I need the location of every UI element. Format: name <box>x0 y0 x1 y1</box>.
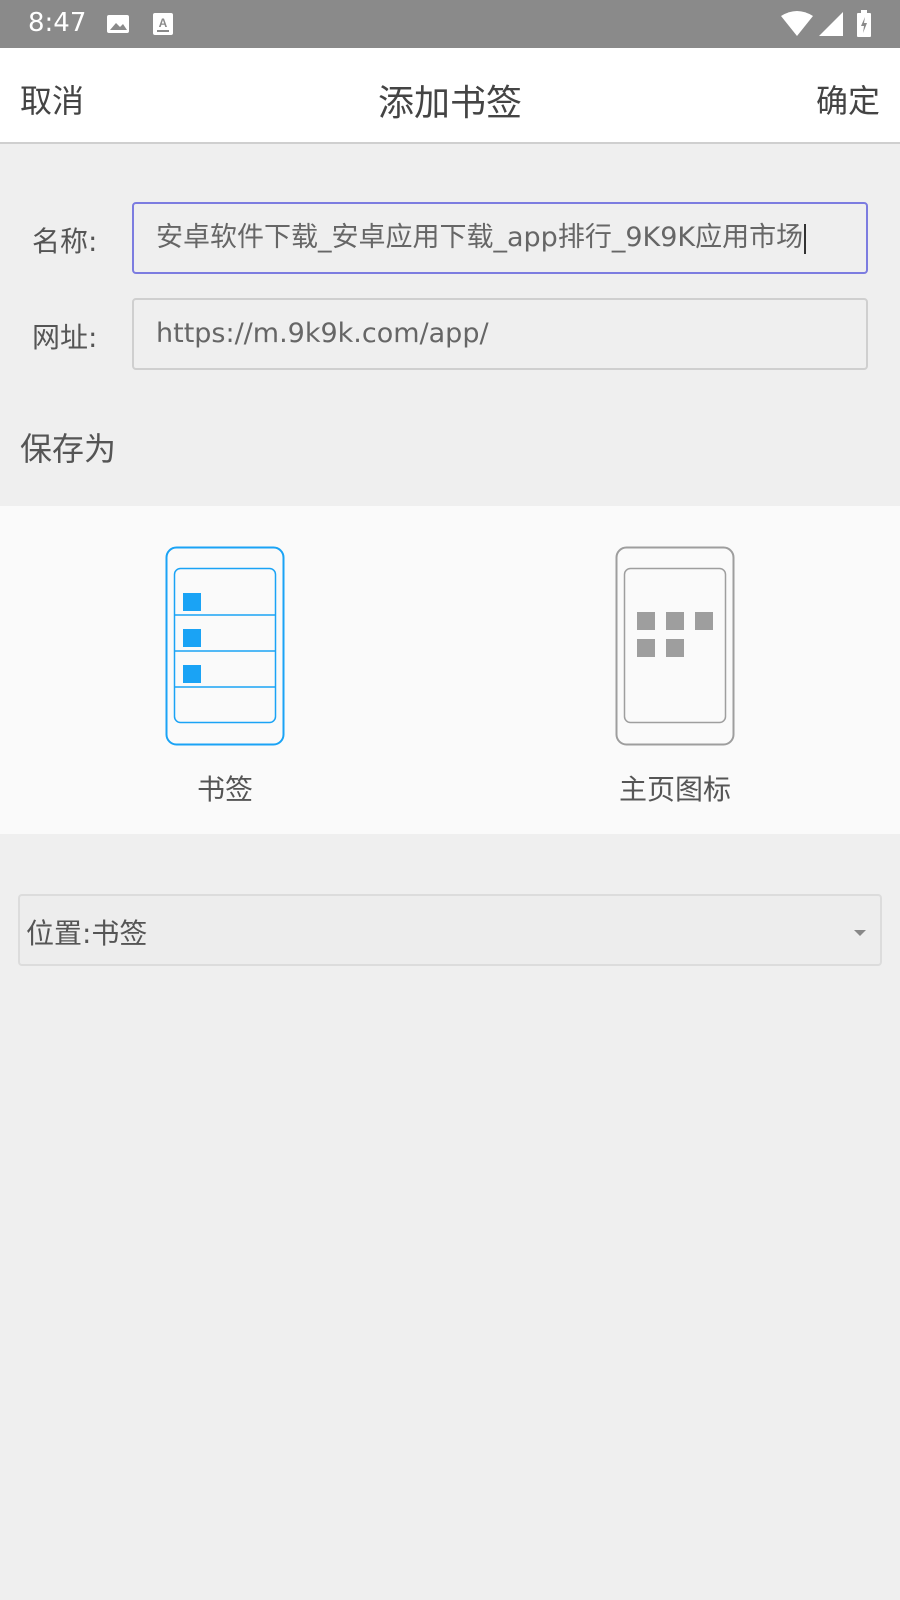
save-as-home-icon-option[interactable]: 主页图标 <box>575 546 775 808</box>
confirm-button[interactable]: 确定 <box>816 76 880 122</box>
page-title: 添加书签 <box>377 83 522 124</box>
save-as-options: 书签 主页图标 <box>0 506 900 834</box>
status-bar: 8:47 A <box>0 0 900 48</box>
name-field[interactable]: 安卓软件下载_安卓应用下载_app排行_9K9K应用市场 <box>132 202 868 274</box>
location-value: 位置:书签 <box>26 917 148 950</box>
name-label: 名称: <box>32 225 98 258</box>
battery-icon <box>856 10 872 42</box>
save-as-label: 保存为 <box>20 430 117 468</box>
name-field-value: 安卓软件下载_安卓应用下载_app排行_9K9K应用市场 <box>156 222 804 253</box>
url-field-value: https://m.9k9k.com/app/ <box>156 318 489 349</box>
home-icon-option-label: 主页图标 <box>618 773 731 806</box>
location-dropdown[interactable]: 位置:书签 <box>18 894 882 966</box>
image-icon <box>106 12 130 36</box>
signal-icon <box>818 10 844 42</box>
bookmark-option-label: 书签 <box>196 773 253 806</box>
url-label: 网址: <box>32 321 98 354</box>
text-cursor <box>804 223 807 254</box>
wifi-icon <box>780 10 814 42</box>
bookmark-list-icon <box>165 546 285 750</box>
toolbar: 取消 添加书签 确定 <box>0 48 900 144</box>
status-time: 8:47 <box>28 8 87 38</box>
dropdown-arrow-icon <box>854 930 866 936</box>
home-grid-icon <box>615 546 735 750</box>
svg-text:A: A <box>159 16 168 30</box>
save-as-bookmark-option[interactable]: 书签 <box>125 546 325 808</box>
url-field[interactable]: https://m.9k9k.com/app/ <box>132 298 868 370</box>
keyboard-a-icon: A <box>152 12 176 36</box>
